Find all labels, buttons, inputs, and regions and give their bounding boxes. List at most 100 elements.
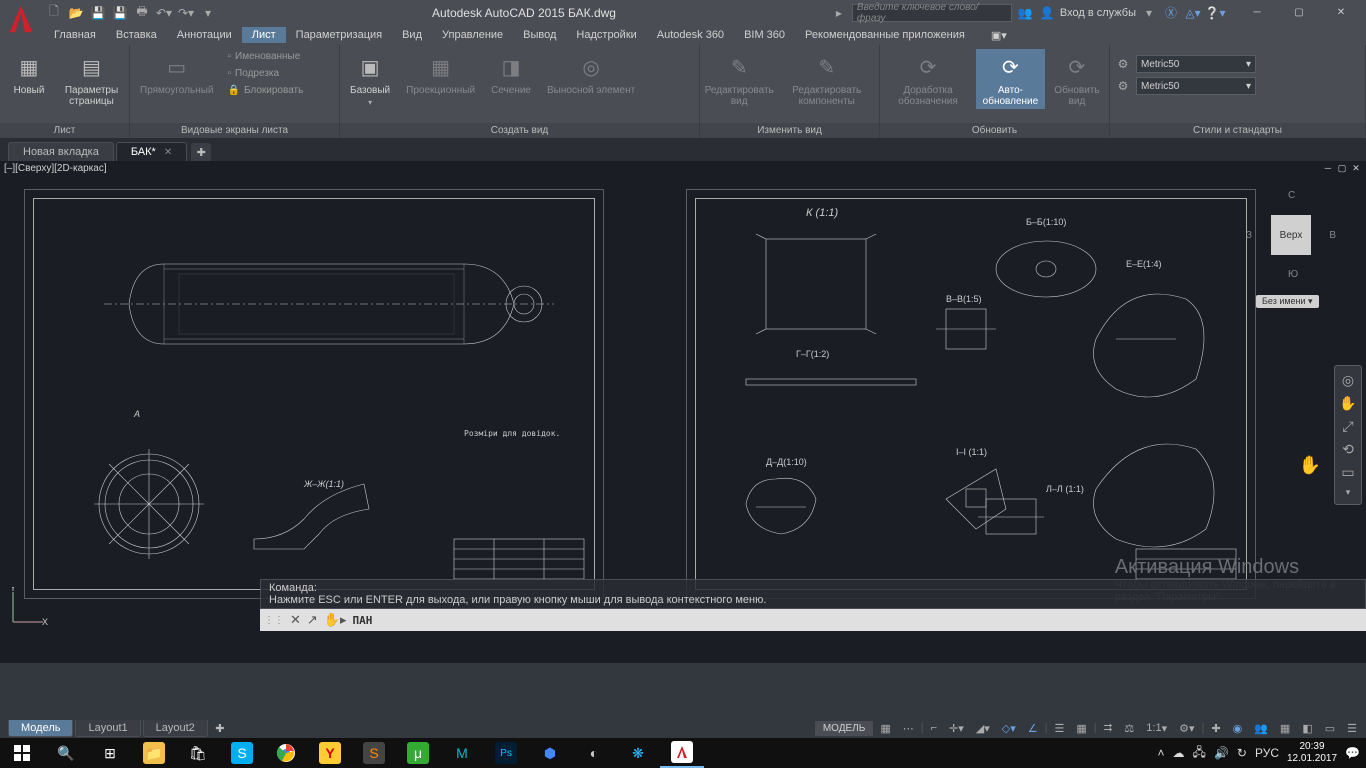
search-taskbar-icon[interactable]: 🔍 xyxy=(44,738,88,768)
help-icon[interactable]: ❔▾ xyxy=(1206,4,1224,22)
snap-icon[interactable]: ⋯ xyxy=(898,719,919,737)
cycling-icon[interactable]: ⮆ xyxy=(1099,719,1118,737)
new-layout-button[interactable]: ▦Новый xyxy=(4,49,54,98)
menu-manage[interactable]: Управление xyxy=(432,27,513,43)
qat-plot-icon[interactable]: 🖶 xyxy=(132,3,152,23)
transparency-icon[interactable]: ▦ xyxy=(1071,719,1091,737)
qat-saveas-icon[interactable]: 💾 xyxy=(110,3,130,23)
page-setup-button[interactable]: ▤Параметры страницы xyxy=(58,49,125,109)
layout-add-button[interactable]: ✚ xyxy=(210,720,230,737)
command-recent-icon[interactable]: ↗ xyxy=(307,612,318,628)
menu-parametric[interactable]: Параметризация xyxy=(286,27,392,43)
app-logo[interactable] xyxy=(2,0,40,38)
nav-expand-icon[interactable]: ▾ xyxy=(1346,487,1351,498)
action-center-icon[interactable]: 💬 xyxy=(1345,746,1360,760)
store-icon[interactable]: 🛍 xyxy=(176,738,220,768)
search-input[interactable]: Введите ключевое слово/фразу xyxy=(852,4,1012,22)
qat-undo-icon[interactable]: ↶▾ xyxy=(154,3,174,23)
qat-redo-icon[interactable]: ↷▾ xyxy=(176,3,196,23)
customize-icon[interactable]: ☰ xyxy=(1342,719,1362,737)
tray-cloud-icon[interactable]: ☁ xyxy=(1173,746,1185,760)
start-button[interactable] xyxy=(0,738,44,768)
layout-tab-1[interactable]: Layout1 xyxy=(75,720,140,737)
units-icon[interactable]: 👥 xyxy=(1249,719,1273,737)
tray-network-icon[interactable]: 🖧 xyxy=(1193,743,1206,764)
vp-minimize-icon[interactable]: ─ xyxy=(1322,162,1334,174)
app-blue-icon[interactable]: ❋ xyxy=(616,738,660,768)
style-select-2[interactable]: Metric50▾ xyxy=(1136,77,1256,95)
steam-icon[interactable]: ◐ xyxy=(572,738,616,768)
yandex-icon[interactable]: Y xyxy=(308,738,352,768)
style-select-1[interactable]: Metric50▾ xyxy=(1136,55,1256,73)
menu-addins[interactable]: Надстройки xyxy=(566,27,646,43)
isodraft-icon[interactable]: ◢▾ xyxy=(971,719,995,737)
minimize-button[interactable]: ─ xyxy=(1236,1,1278,24)
annomonitor-icon[interactable]: ◉ xyxy=(1228,719,1248,737)
signin-label[interactable]: Вход в службы xyxy=(1060,7,1136,19)
layout-tab-model[interactable]: Модель xyxy=(8,720,73,737)
auto-update-button[interactable]: ⟳Авто- обновление xyxy=(976,49,1045,109)
signin-icon[interactable]: 👤 xyxy=(1038,4,1056,22)
add-tab-button[interactable]: ✚ xyxy=(191,143,211,161)
sublime-icon[interactable]: S xyxy=(352,738,396,768)
viewcube-ucs-label[interactable]: Без имени ▾ xyxy=(1256,295,1319,308)
search-icon[interactable]: 👥 xyxy=(1016,4,1034,22)
layout-tab-2[interactable]: Layout2 xyxy=(143,720,208,737)
vp-close-icon[interactable]: ✕ xyxy=(1350,162,1362,174)
lineweight-icon[interactable]: ☰ xyxy=(1049,719,1069,737)
maximize-button[interactable]: ▢ xyxy=(1278,1,1320,24)
menu-expand-icon[interactable]: ▣▾ xyxy=(981,27,1017,44)
chrome-icon[interactable] xyxy=(264,738,308,768)
tray-up-icon[interactable]: ˄ xyxy=(1158,746,1165,760)
tray-sync-icon[interactable]: ↻ xyxy=(1237,746,1247,760)
taskview-icon[interactable]: ⊞ xyxy=(88,738,132,768)
app-cube-icon[interactable]: ⬢ xyxy=(528,738,572,768)
polar-icon[interactable]: ✛▾ xyxy=(944,719,969,737)
nav-zoom-icon[interactable]: ⤢ xyxy=(1342,418,1353,435)
viewport-label[interactable]: [–][Сверху][2D-каркас] xyxy=(4,163,107,174)
chevron-down-icon[interactable]: ▾ xyxy=(1140,4,1158,22)
menu-featured[interactable]: Рекомендованные приложения xyxy=(795,27,975,43)
close-tab-icon[interactable]: ✕ xyxy=(164,147,172,158)
osnap-icon[interactable]: ◇▾ xyxy=(997,719,1021,737)
hardware-icon[interactable]: ▦ xyxy=(1275,719,1295,737)
otrack-icon[interactable]: ∠ xyxy=(1023,719,1043,737)
cleanscreen-icon[interactable]: ▭ xyxy=(1320,719,1340,737)
gear-icon[interactable]: ⚙▾ xyxy=(1174,719,1199,737)
nav-wheel-icon[interactable]: ◎ xyxy=(1342,372,1354,389)
viewcube[interactable]: Верх С В Ю З Без имени ▾ xyxy=(1246,190,1336,280)
drawing-canvas[interactable]: A Ж–Ж(1:1) Розміри для довідок. xyxy=(0,175,1366,663)
explorer-icon[interactable]: 📁 xyxy=(132,738,176,768)
nav-showmotion-icon[interactable]: ▭ xyxy=(1341,464,1354,481)
grid-icon[interactable]: ▦ xyxy=(875,719,895,737)
qat-new-icon[interactable]: 🗋 xyxy=(44,3,64,23)
autocad-taskbar-icon[interactable] xyxy=(660,738,704,768)
command-grip-icon[interactable]: ⋮⋮ xyxy=(264,615,284,626)
scale-label[interactable]: 1:1▾ xyxy=(1141,719,1172,737)
tab-new[interactable]: Новая вкладка xyxy=(8,142,114,161)
skype-icon[interactable]: S xyxy=(220,738,264,768)
command-input[interactable]: ⋮⋮ ✕ ↗ ✋▸ ПАН xyxy=(260,609,1366,631)
tray-clock[interactable]: 20:39 12.01.2017 xyxy=(1287,741,1337,765)
status-model[interactable]: МОДЕЛЬ xyxy=(815,721,873,736)
qat-open-icon[interactable]: 📂 xyxy=(66,3,86,23)
isolate-icon[interactable]: ◧ xyxy=(1297,719,1317,737)
nav-pan-icon[interactable]: ✋ xyxy=(1339,395,1356,412)
ortho-icon[interactable]: ⌐ xyxy=(926,719,942,737)
menu-view[interactable]: Вид xyxy=(392,27,432,43)
close-button[interactable]: ✕ xyxy=(1320,1,1362,24)
nav-orbit-icon[interactable]: ⟲ xyxy=(1342,441,1354,458)
menu-layout[interactable]: Лист xyxy=(242,27,286,43)
photoshop-icon[interactable]: Ps xyxy=(484,738,528,768)
menu-a360[interactable]: Autodesk 360 xyxy=(647,27,734,43)
menu-annotate[interactable]: Аннотации xyxy=(167,27,242,43)
viewcube-top-face[interactable]: Верх xyxy=(1271,215,1311,255)
qat-save-icon[interactable]: 💾 xyxy=(88,3,108,23)
menu-bim360[interactable]: BIM 360 xyxy=(734,27,795,43)
tray-lang[interactable]: РУС xyxy=(1255,746,1279,760)
vp-maximize-icon[interactable]: ▢ xyxy=(1336,162,1348,174)
qat-more-icon[interactable]: ▾ xyxy=(198,3,218,23)
menu-main[interactable]: Главная xyxy=(44,27,106,43)
a360-icon[interactable]: ◬▾ xyxy=(1184,4,1202,22)
menu-insert[interactable]: Вставка xyxy=(106,27,167,43)
